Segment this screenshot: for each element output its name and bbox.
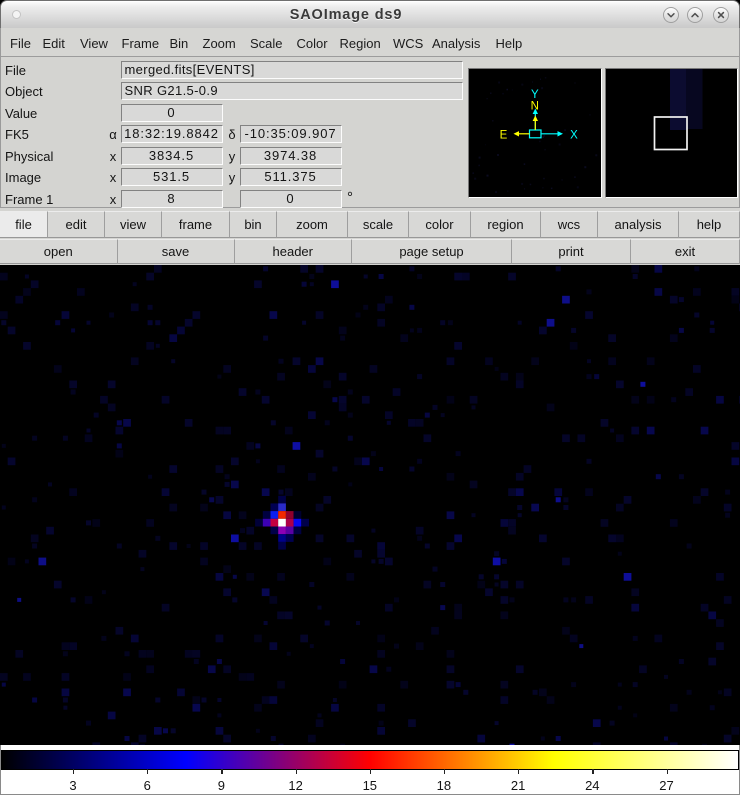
svg-text:N: N — [531, 101, 539, 113]
svg-text:Y: Y — [531, 89, 539, 101]
svg-text:E: E — [500, 130, 508, 142]
svg-text:X: X — [570, 130, 578, 142]
